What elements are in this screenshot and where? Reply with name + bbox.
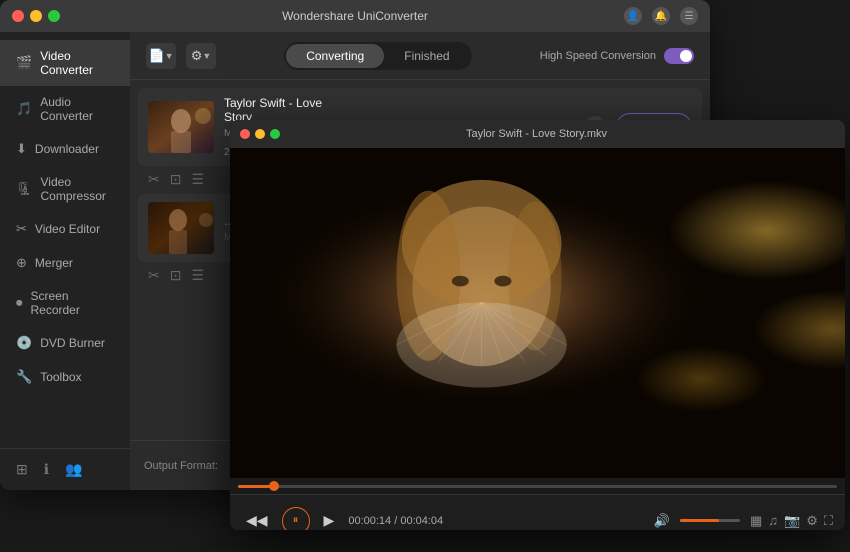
progress-bar-area[interactable]	[230, 478, 845, 494]
high-speed-toggle[interactable]	[664, 48, 694, 64]
fullscreen-icon[interactable]: ⛶	[824, 513, 833, 529]
add-file-button[interactable]: 📄 ▼	[146, 43, 176, 69]
tab-converting[interactable]: Converting	[286, 44, 384, 68]
player-traffic-lights	[240, 129, 280, 139]
player-title-bar: Taylor Swift - Love Story.mkv	[230, 120, 845, 148]
settings-dropdown-icon: ▼	[202, 51, 211, 61]
compressor-icon: 🗜	[16, 181, 33, 197]
volume-fill	[680, 519, 719, 522]
app-title: Wondershare UniConverter	[282, 9, 428, 23]
minimize-button[interactable]	[30, 10, 42, 22]
title-bar: Wondershare UniConverter 👤 🔔 ☰	[0, 0, 710, 32]
sidebar: 🎬 Video Converter 🎵 Audio Converter ⬇ Do…	[0, 32, 130, 490]
audio-track-icon[interactable]: ♫	[768, 513, 778, 528]
account-icon[interactable]: 👤	[624, 7, 642, 25]
tab-finished[interactable]: Finished	[384, 44, 469, 68]
sidebar-label-audio-converter: Audio Converter	[40, 95, 114, 123]
top-bar-right: High Speed Conversion	[540, 48, 694, 64]
add-file-icon: 📄	[148, 48, 164, 64]
list-icon-2[interactable]: ☰	[191, 267, 204, 284]
progress-thumb[interactable]	[269, 481, 279, 491]
player-close-button[interactable]	[240, 129, 250, 139]
menu-icon[interactable]: ☰	[680, 7, 698, 25]
sidebar-item-merger[interactable]: ⊕ Merger	[0, 246, 130, 280]
top-bar-left: 📄 ▼ ⚙ ▼	[146, 43, 216, 69]
close-button[interactable]	[12, 10, 24, 22]
file-thumbnail-2	[148, 202, 214, 254]
sidebar-item-downloader[interactable]: ⬇ Downloader	[0, 132, 130, 166]
settings-button[interactable]: ⚙ ▼	[186, 43, 216, 69]
total-time: 00:04:04	[400, 515, 443, 527]
audio-converter-icon: 🎵	[16, 101, 32, 117]
list-icon[interactable]: ☰	[191, 171, 204, 188]
sidebar-label-downloader: Downloader	[35, 142, 99, 156]
time-display: 00:00:14 / 00:04:04	[348, 515, 443, 527]
player-window: Taylor Swift - Love Story.mkv	[230, 120, 845, 530]
high-speed-label: High Speed Conversion	[540, 50, 656, 62]
thumb-svg-1	[148, 101, 214, 153]
forward-button[interactable]: ▶	[320, 508, 339, 530]
video-area[interactable]	[230, 148, 845, 478]
help-icon[interactable]: ℹ	[44, 461, 49, 478]
player-maximize-button[interactable]	[270, 129, 280, 139]
toolbox-icon: 🔧	[16, 369, 32, 385]
crop-icon-2[interactable]: ⊡	[170, 267, 182, 284]
sidebar-label-video-converter: Video Converter	[40, 49, 114, 77]
sidebar-item-toolbox[interactable]: 🔧 Toolbox	[0, 360, 130, 394]
file-thumbnail-1	[148, 101, 214, 153]
volume-icon[interactable]: 🔊	[654, 513, 670, 529]
notification-icon[interactable]: 🔔	[652, 7, 670, 25]
player-controls: ◀◀ ⏸ ▶ 00:00:14 / 00:04:04 🔊 ▦ ♫ 📷 ⚙ ⛶	[230, 494, 845, 530]
downloader-icon: ⬇	[16, 141, 27, 157]
scissors-icon[interactable]: ✂	[148, 171, 160, 188]
maximize-button[interactable]	[48, 10, 60, 22]
scissors-icon-2[interactable]: ✂	[148, 267, 160, 284]
sidebar-label-toolbox: Toolbox	[40, 370, 81, 384]
dvd-icon: 💿	[16, 335, 32, 351]
sidebar-item-video-converter[interactable]: 🎬 Video Converter	[0, 40, 130, 86]
sidebar-item-dvd-burner[interactable]: 💿 DVD Burner	[0, 326, 130, 360]
sidebar-item-video-compressor[interactable]: 🗜 Video Compressor	[0, 166, 130, 212]
player-title-text: Taylor Swift - Love Story.mkv	[288, 128, 785, 140]
sidebar-label-dvd-burner: DVD Burner	[40, 336, 105, 350]
settings-gear-icon: ⚙	[191, 48, 203, 64]
title-bar-icons: 👤 🔔 ☰	[624, 7, 698, 25]
merger-icon: ⊕	[16, 255, 27, 271]
current-time: 00:00:14	[348, 515, 391, 527]
player-minimize-button[interactable]	[255, 129, 265, 139]
crop-icon[interactable]: ⊡	[170, 171, 182, 188]
thumbnail-image-1	[148, 101, 214, 153]
sidebar-label-screen-recorder: Screen Recorder	[31, 289, 115, 317]
users-icon[interactable]: 👥	[65, 461, 82, 478]
sidebar-label-video-compressor: Video Compressor	[41, 175, 114, 203]
top-bar: 📄 ▼ ⚙ ▼ Converting Finished High Speed C…	[130, 32, 710, 80]
output-format-label: Output Format:	[144, 460, 218, 472]
snapshot-icon[interactable]: 📷	[784, 513, 800, 529]
sidebar-bottom: ⊞ ℹ 👥	[0, 448, 130, 490]
traffic-lights	[12, 10, 60, 22]
tabs-group: Converting Finished	[284, 42, 471, 70]
rewind-button[interactable]: ◀◀	[242, 508, 272, 530]
video-svg	[230, 148, 845, 478]
thumb-svg-2	[148, 202, 214, 254]
pause-button[interactable]: ⏸	[282, 507, 310, 531]
right-controls: ▦ ♫ 📷 ⚙ ⛶	[750, 513, 833, 529]
grid-icon[interactable]: ⊞	[16, 461, 28, 478]
sidebar-item-screen-recorder[interactable]: ⏺ Screen Recorder	[0, 280, 130, 326]
volume-slider[interactable]	[680, 519, 740, 522]
thumbnail-image-2	[148, 202, 214, 254]
recorder-icon: ⏺	[16, 295, 23, 311]
sidebar-item-video-editor[interactable]: ✂ Video Editor	[0, 212, 130, 246]
video-converter-icon: 🎬	[16, 55, 32, 71]
progress-track[interactable]	[238, 485, 837, 488]
sidebar-label-video-editor: Video Editor	[35, 222, 100, 236]
settings-player-icon[interactable]: ⚙	[806, 513, 818, 529]
add-file-dropdown-icon: ▼	[165, 51, 174, 61]
video-frame	[230, 148, 845, 478]
editor-icon: ✂	[16, 221, 27, 237]
sidebar-item-audio-converter[interactable]: 🎵 Audio Converter	[0, 86, 130, 132]
subtitle-icon[interactable]: ▦	[750, 513, 762, 529]
sidebar-label-merger: Merger	[35, 256, 73, 270]
